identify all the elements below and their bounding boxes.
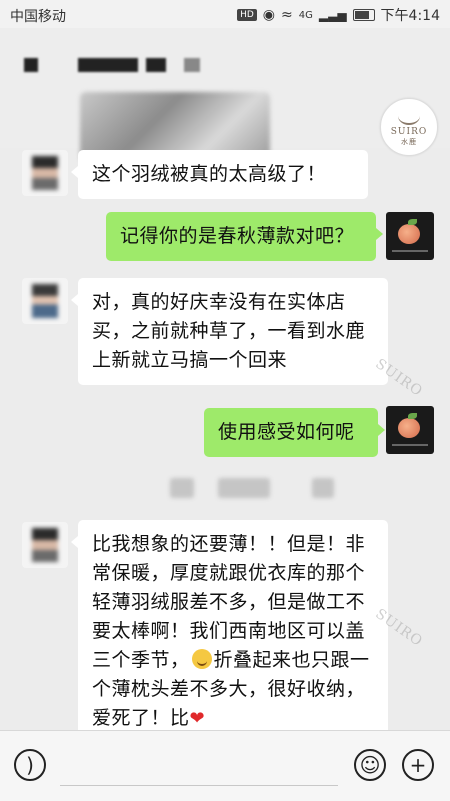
blurred-timestamp xyxy=(312,478,334,498)
voice-icon[interactable]: ) xyxy=(14,749,46,781)
blurred-name xyxy=(146,58,166,72)
brand-name: SUIRO xyxy=(390,127,428,137)
peach-icon xyxy=(398,418,420,438)
chat-header: SUIRO 水鹿 xyxy=(0,28,450,162)
blurred-name xyxy=(78,58,138,72)
network-type: 4G xyxy=(298,9,313,21)
status-time: 下午4:14 xyxy=(380,8,440,24)
blurred-name xyxy=(184,58,200,72)
leaf-icon xyxy=(408,219,417,225)
message-input[interactable] xyxy=(60,745,338,786)
avatar[interactable] xyxy=(22,522,68,568)
avatar[interactable] xyxy=(386,212,434,260)
avatar-image xyxy=(32,284,58,318)
avatar-caption xyxy=(392,250,428,252)
status-icons: HD ◉ ≈ 4G ▂▃▅ 下午4:14 xyxy=(237,5,440,25)
avatar-caption xyxy=(392,444,428,446)
heart-icon: ❤ xyxy=(189,708,206,729)
input-bar: ) ☺ + xyxy=(0,730,450,801)
avatar-image xyxy=(32,528,58,562)
battery-icon xyxy=(352,9,375,21)
signal-icon: ▂▃▅ xyxy=(318,8,347,22)
wifi-icon: ≈ xyxy=(281,7,293,23)
message-bubble-received[interactable]: 对，真的好庆幸没有在实体店买，之前就种草了，一看到水鹿上新就立马搞一个回来 xyxy=(71,278,388,385)
peach-icon xyxy=(398,224,420,244)
brand-subtitle: 水鹿 xyxy=(401,138,417,146)
blurred-timestamp xyxy=(218,478,270,498)
avatar-image xyxy=(32,156,58,190)
blurred-name xyxy=(24,58,38,72)
message-bubble-received[interactable]: 比我想象的还要薄！！但是！非常保暖，厚度就跟优衣库的那个轻薄羽绒服差不多，但是做… xyxy=(71,520,388,743)
emoji-icon[interactable]: ☺ xyxy=(354,749,386,781)
avatar[interactable] xyxy=(386,406,434,454)
hd-badge: HD xyxy=(237,9,257,21)
message-bubble-sent[interactable]: 使用感受如何呢 xyxy=(204,408,385,457)
plus-icon[interactable]: + xyxy=(402,749,434,781)
laughing-emoji-icon xyxy=(191,649,212,669)
avatar[interactable] xyxy=(22,150,68,196)
message-bubble-sent[interactable]: 记得你的是春秋薄款对吧？ xyxy=(106,212,383,261)
brand-logo: SUIRO 水鹿 xyxy=(380,98,438,156)
carrier-label: 中国移动 xyxy=(10,9,66,25)
status-bar: 中国移动 HD ◉ ≈ 4G ▂▃▅ 下午4:14 xyxy=(0,0,450,28)
eye-icon: ◉ xyxy=(262,7,275,23)
avatar[interactable] xyxy=(22,278,68,324)
leaf-icon xyxy=(408,413,417,419)
deer-icon xyxy=(398,107,420,125)
blurred-timestamp xyxy=(170,478,194,498)
message-bubble-received[interactable]: 这个羽绒被真的太高级了！ xyxy=(71,150,368,199)
